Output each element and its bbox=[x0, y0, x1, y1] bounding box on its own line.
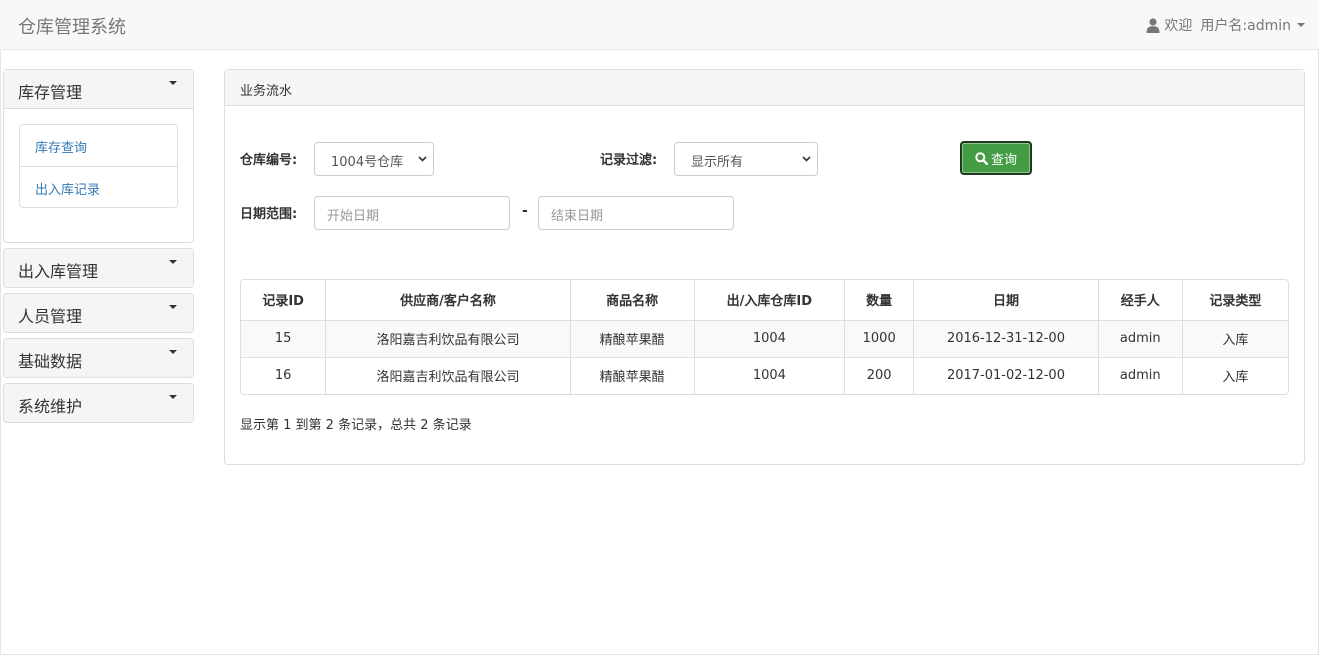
column-header[interactable]: 供应商/客户名称 bbox=[325, 280, 571, 321]
column-header[interactable]: 经手人 bbox=[1098, 280, 1183, 321]
table-cell: 2016-12-31-12-00 bbox=[913, 320, 1099, 358]
sidebar-section-label: 基础数据 bbox=[18, 352, 83, 371]
filter-select[interactable]: 显示所有 bbox=[674, 142, 818, 176]
column-header[interactable]: 记录ID bbox=[241, 280, 327, 321]
caret-down-icon bbox=[1297, 23, 1305, 27]
caret-down-icon bbox=[169, 260, 177, 264]
table-cell: 16 bbox=[241, 357, 327, 394]
caret-down-icon bbox=[169, 81, 177, 85]
sidebar-section-label: 出入库管理 bbox=[18, 262, 99, 281]
table-cell: 200 bbox=[844, 357, 915, 394]
sidebar-section-basic-data: 基础数据 bbox=[3, 338, 194, 378]
end-date-placeholder: 结束日期 bbox=[551, 209, 604, 224]
table-cell: 精酿苹果醋 bbox=[570, 357, 695, 394]
end-date-input[interactable]: 结束日期 bbox=[538, 196, 734, 230]
sidebar-list: 库存查询 出入库记录 bbox=[19, 124, 178, 208]
search-icon bbox=[975, 151, 988, 165]
table-row[interactable]: 15 洛阳嘉吉利饮品有限公司 精酿苹果醋 1004 1000 2016-12-3… bbox=[241, 320, 1288, 358]
table-cell: 15 bbox=[241, 320, 327, 358]
top-navbar: 仓库管理系统 欢迎 用户名:admin bbox=[0, 0, 1319, 50]
warehouse-label: 仓库编号: bbox=[240, 153, 298, 168]
main-panel: 业务流水 仓库编号: 1004号仓库 记录过滤: 显示所有 查询 日期范围: 开… bbox=[224, 69, 1305, 465]
warehouse-select-value: 1004号仓库 bbox=[331, 155, 404, 170]
table-cell: 入库 bbox=[1182, 320, 1288, 358]
sidebar: 库存管理 库存查询 出入库记录 出入库管理 人员管理 基础数据 系统维护 bbox=[3, 69, 194, 428]
table-cell: 1004 bbox=[694, 357, 846, 394]
table-cell: 入库 bbox=[1222, 370, 1249, 386]
column-header[interactable]: 出/入库仓库ID bbox=[694, 280, 846, 321]
date-range-label: 日期范围: bbox=[240, 207, 298, 222]
query-button-label: 查询 bbox=[990, 152, 1017, 168]
column-header[interactable]: 日期 bbox=[913, 280, 1099, 321]
caret-down-icon bbox=[169, 305, 177, 309]
sidebar-section-inventory: 库存管理 库存查询 出入库记录 bbox=[3, 69, 194, 243]
user-icon bbox=[1146, 17, 1160, 33]
sidebar-section-header[interactable]: 库存管理 bbox=[4, 70, 193, 109]
column-header[interactable]: 商品名称 bbox=[570, 280, 695, 321]
table-cell: admin bbox=[1098, 320, 1183, 358]
sidebar-section-label: 人员管理 bbox=[18, 307, 83, 326]
column-header[interactable]: 记录类型 bbox=[1182, 280, 1288, 321]
sidebar-section-label: 库存管理 bbox=[18, 83, 83, 102]
table-header-row: 记录ID 供应商/客户名称 商品名称 出/入库仓库ID 数量 日期 经手人 记录… bbox=[241, 280, 1288, 321]
chevron-down-icon bbox=[802, 156, 811, 162]
column-header[interactable]: 数量 bbox=[844, 280, 915, 321]
table-cell: 洛阳嘉吉利饮品有限公司 bbox=[325, 320, 571, 358]
table-cell: admin bbox=[1098, 357, 1183, 394]
sidebar-section-header[interactable]: 系统维护 bbox=[4, 384, 193, 422]
table-cell: 1000 bbox=[844, 320, 915, 358]
start-date-placeholder: 开始日期 bbox=[327, 209, 380, 224]
table-cell: 精酿苹果醋 bbox=[570, 320, 695, 358]
sidebar-section-maintenance: 系统维护 bbox=[3, 383, 194, 423]
chevron-down-icon bbox=[418, 156, 427, 162]
sidebar-section-body: 库存查询 出入库记录 bbox=[4, 109, 193, 242]
caret-down-icon bbox=[169, 350, 177, 354]
table-cell: 2017-01-02-12-00 bbox=[913, 357, 1099, 394]
sidebar-item-inventory-query[interactable]: 库存查询 bbox=[20, 125, 177, 166]
table-row[interactable]: 16 洛阳嘉吉利饮品有限公司 精酿苹果醋 1004 200 2017-01-02… bbox=[241, 357, 1288, 394]
sidebar-section-io: 出入库管理 bbox=[3, 248, 194, 288]
user-menu[interactable]: 欢迎 用户名:admin bbox=[1146, 15, 1305, 35]
warehouse-select[interactable]: 1004号仓库 bbox=[314, 142, 434, 176]
sidebar-section-label: 系统维护 bbox=[18, 397, 83, 416]
filter-label: 记录过滤: bbox=[600, 153, 658, 168]
sidebar-section-header[interactable]: 人员管理 bbox=[4, 294, 193, 332]
username-text: 用户名:admin bbox=[1200, 18, 1291, 34]
table-cell: 洛阳嘉吉利饮品有限公司 bbox=[325, 357, 571, 394]
pagination-summary: 显示第 1 到第 2 条记录，总共 2 条记录 bbox=[240, 418, 472, 433]
sidebar-section-header[interactable]: 基础数据 bbox=[4, 339, 193, 377]
welcome-text: 欢迎 bbox=[1164, 18, 1193, 34]
sidebar-item-io-records[interactable]: 出入库记录 bbox=[20, 166, 177, 207]
table-cell: 1004 bbox=[694, 320, 846, 358]
sidebar-section-header[interactable]: 出入库管理 bbox=[4, 249, 193, 287]
records-table: 记录ID 供应商/客户名称 商品名称 出/入库仓库ID 数量 日期 经手人 记录… bbox=[240, 279, 1289, 395]
filter-select-value: 显示所有 bbox=[691, 155, 744, 170]
start-date-input[interactable]: 开始日期 bbox=[314, 196, 510, 230]
date-separator: - bbox=[522, 203, 528, 219]
sidebar-section-personnel: 人员管理 bbox=[3, 293, 194, 333]
caret-down-icon bbox=[169, 395, 177, 399]
brand-title[interactable]: 仓库管理系统 bbox=[18, 13, 126, 39]
panel-title: 业务流水 bbox=[225, 70, 1304, 106]
query-button[interactable]: 查询 bbox=[960, 141, 1032, 175]
